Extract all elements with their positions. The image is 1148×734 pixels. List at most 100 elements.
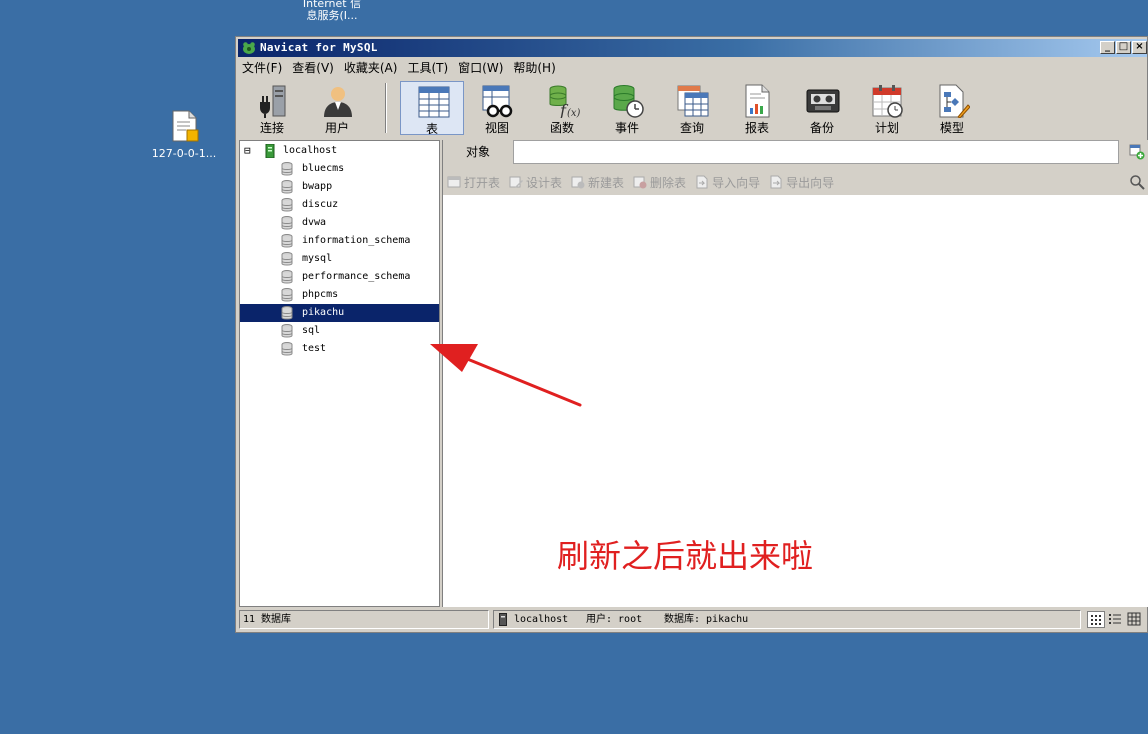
close-button[interactable]: × — [1132, 41, 1147, 54]
menu-window[interactable]: 窗口(W) — [458, 59, 503, 77]
status-connection: localhost — [514, 614, 569, 625]
new-object-icon[interactable] — [1129, 144, 1145, 160]
menu-view[interactable]: 查看(V) — [292, 59, 334, 77]
open-table-label: 打开表 — [464, 175, 501, 190]
toolbar-schedule-button[interactable]: 计划 — [855, 81, 919, 135]
desktop-file-icon[interactable] — [170, 110, 200, 145]
toolbar-function-button[interactable]: f (x) 函数 — [530, 81, 594, 135]
tree-database-sql[interactable]: sql — [240, 322, 439, 340]
object-filter-field[interactable] — [513, 140, 1119, 164]
server-status-icon — [499, 613, 507, 626]
menu-file[interactable]: 文件(F) — [242, 59, 282, 77]
toolbar-model-label: 模型 — [939, 121, 964, 135]
database-icon — [281, 324, 293, 338]
plug-server-icon — [260, 85, 286, 118]
tree-database-discuz[interactable]: discuz — [240, 196, 439, 214]
desktop-file-label[interactable]: 127-0-0-1... — [144, 148, 224, 160]
database-icon — [281, 234, 293, 248]
toolbar-event-button[interactable]: 事件 — [595, 81, 659, 135]
toolbar-table-button[interactable]: 表 — [400, 81, 464, 136]
delete-table-button[interactable]: 删除表 — [633, 173, 686, 191]
delete-table-label: 删除表 — [650, 175, 687, 190]
import-wizard-button[interactable]: 导入向导 — [695, 173, 760, 191]
tree-database-information-schema[interactable]: information_schema — [240, 232, 439, 250]
toolbar-model-button[interactable]: 模型 — [920, 81, 984, 135]
toolbar-backup-label: 备份 — [809, 121, 834, 135]
view-list-icon[interactable] — [1108, 612, 1122, 626]
maximize-button[interactable]: □ — [1116, 41, 1131, 54]
export-wizard-label: 导出向导 — [786, 175, 835, 190]
navicat-logo-icon — [243, 42, 255, 54]
tree-database-label: performance_schema — [302, 271, 411, 282]
tree-database-label: pikachu — [302, 307, 345, 318]
tree-database-phpcms[interactable]: phpcms — [240, 286, 439, 304]
toolbar-function-label: 函数 — [549, 121, 574, 135]
menu-bar: 文件(F) 查看(V) 收藏夹(A) 工具(T) 窗口(W) 帮助(H) — [242, 59, 556, 77]
delete-table-icon — [633, 176, 647, 189]
toolbar-event-label: 事件 — [614, 121, 639, 135]
tree-database-dvwa[interactable]: dvwa — [240, 214, 439, 232]
tree-database-mysql[interactable]: mysql — [240, 250, 439, 268]
tree-database-bluecms[interactable]: bluecms — [240, 160, 439, 178]
collapse-icon[interactable]: ⊟ — [244, 142, 251, 160]
tab-objects[interactable]: 对象 — [443, 140, 513, 164]
schedule-calendar-icon — [872, 85, 903, 118]
status-db-count-text: 11 数据库 — [243, 614, 292, 625]
minimize-button[interactable]: _ — [1100, 41, 1115, 54]
tree-database-bwapp[interactable]: bwapp — [240, 178, 439, 196]
design-table-label: 设计表 — [526, 175, 563, 190]
toolbar-user-label: 用户 — [324, 121, 349, 135]
backup-tape-icon — [806, 89, 840, 113]
toolbar-report-button[interactable]: 报表 — [725, 81, 789, 135]
toolbar-table-label: 表 — [425, 122, 438, 136]
toolbar-user-button[interactable]: 用户 — [305, 81, 369, 135]
view-mode-switcher — [1085, 610, 1145, 629]
new-table-icon — [571, 176, 585, 189]
toolbar-backup-button[interactable]: 备份 — [790, 81, 854, 135]
open-table-button[interactable]: 打开表 — [447, 173, 500, 191]
toolbar-connect-label: 连接 — [259, 121, 284, 135]
toolbar-query-button[interactable]: 查询 — [660, 81, 724, 135]
tree-database-performance-schema[interactable]: performance_schema — [240, 268, 439, 286]
view-icons-icon[interactable] — [1087, 611, 1105, 628]
new-table-button[interactable]: 新建表 — [571, 173, 624, 191]
toolbar-connect-button[interactable]: 连接 — [240, 81, 304, 135]
connection-tree[interactable]: ⊟ localhost bluecms bwapp discuz dvwa inform… — [239, 140, 440, 607]
desktop-label-line2: 息服务(I... — [306, 9, 358, 22]
menu-favorites[interactable]: 收藏夹(A) — [344, 59, 398, 77]
tree-database-pikachu[interactable]: pikachu — [240, 304, 439, 322]
database-icon — [281, 252, 293, 266]
view-details-icon[interactable] — [1127, 612, 1141, 626]
function-icon: f (x) — [549, 85, 580, 118]
window-title: Navicat for MySQL — [260, 41, 378, 54]
tree-root-localhost[interactable]: ⊟ localhost — [240, 142, 439, 160]
tree-database-test[interactable]: test — [240, 340, 439, 358]
tree-database-label: information_schema — [302, 235, 411, 246]
status-user: 用户: root — [586, 614, 643, 625]
annotation-text: 刷新之后就出来啦 — [557, 537, 814, 575]
new-table-label: 新建表 — [588, 175, 625, 190]
toolbar-query-label: 查询 — [679, 121, 704, 135]
title-bar[interactable]: Navicat for MySQL _ □ × — [238, 39, 1147, 57]
status-database: 数据库: pikachu — [664, 614, 749, 625]
menu-tools[interactable]: 工具(T) — [407, 59, 448, 77]
toolbar-schedule-label: 计划 — [874, 121, 899, 135]
database-icon — [281, 270, 293, 284]
desktop-icon-label-top[interactable]: Internet 信 息服务(I... — [300, 0, 364, 22]
design-table-button[interactable]: 设计表 — [509, 173, 562, 191]
database-icon — [281, 306, 293, 320]
menu-help[interactable]: 帮助(H) — [513, 59, 555, 77]
database-icon — [281, 180, 293, 194]
status-db-count: 11 数据库 — [239, 610, 489, 629]
svg-text:(x): (x) — [567, 108, 580, 118]
report-icon — [745, 84, 770, 118]
table-icon — [418, 86, 450, 118]
main-toolbar: 连接 用户 表 视图 f (x) 函数 事件 查询 报表 备份 计划 模型 — [240, 81, 1140, 137]
export-wizard-button[interactable]: 导出向导 — [769, 173, 834, 191]
design-table-icon — [509, 176, 524, 188]
toolbar-view-button[interactable]: 视图 — [465, 81, 529, 135]
import-wizard-label: 导入向导 — [712, 175, 761, 190]
view-glasses-icon — [482, 85, 513, 118]
tree-database-label: discuz — [302, 199, 339, 210]
search-icon[interactable] — [1129, 174, 1145, 190]
